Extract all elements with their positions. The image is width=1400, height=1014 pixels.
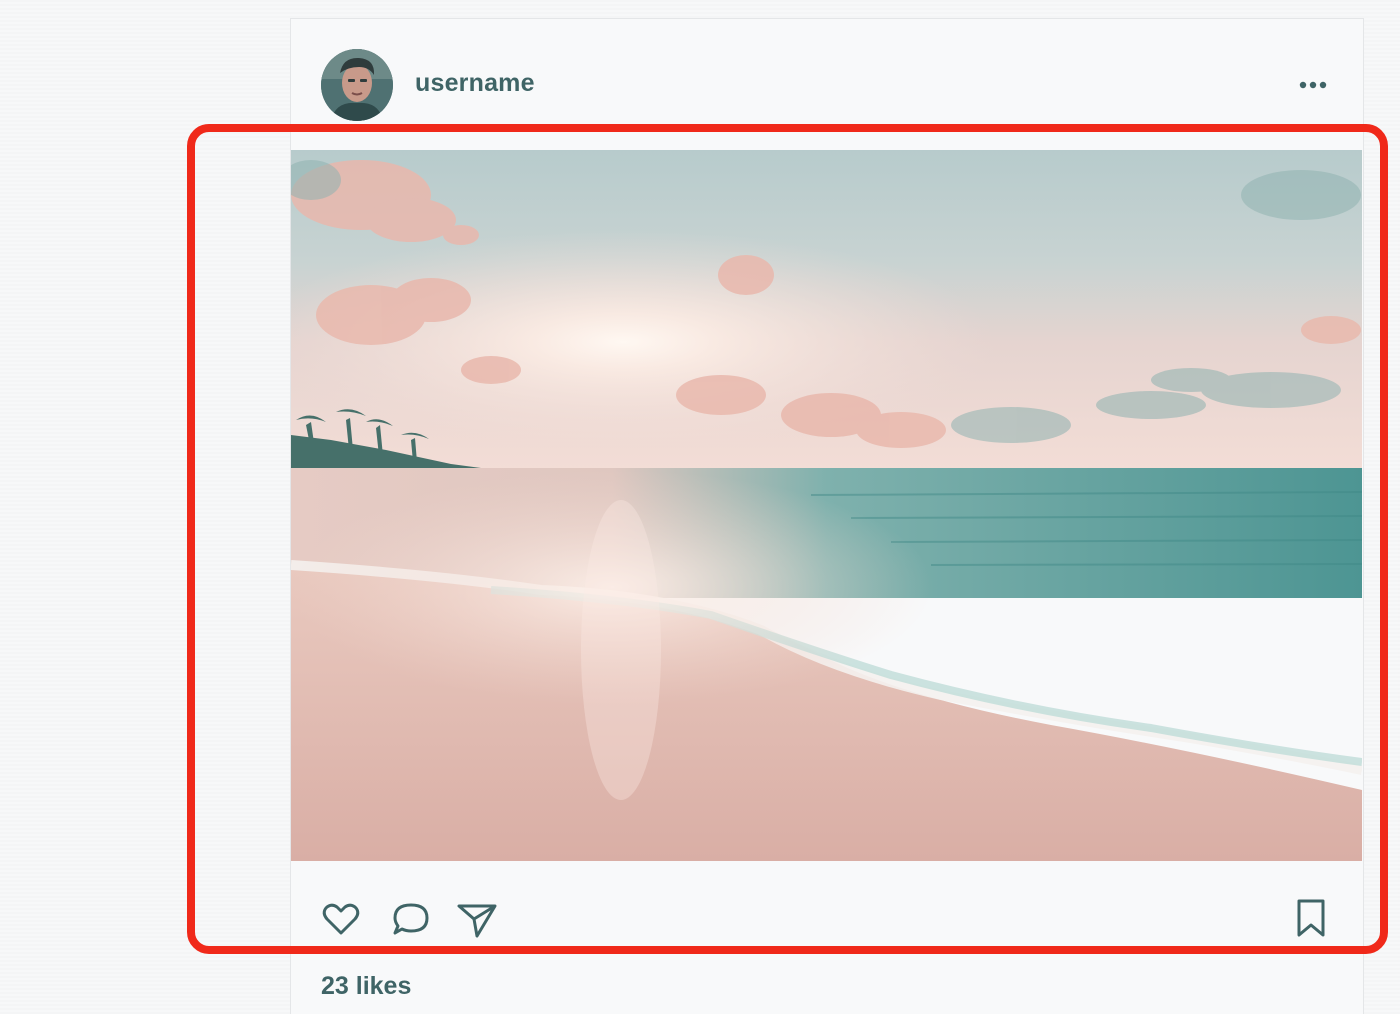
avatar[interactable] [321, 49, 393, 121]
post-card: username 23 likes [290, 18, 1364, 1014]
page: username 23 likes [0, 0, 1400, 1014]
bookmark-icon [1297, 899, 1325, 937]
username[interactable]: username [415, 69, 535, 98]
post-header: username [291, 19, 1363, 149]
post-actions [291, 879, 1363, 959]
like-button[interactable] [319, 897, 363, 941]
save-button[interactable] [1289, 897, 1333, 941]
more-options-button[interactable] [1293, 71, 1333, 99]
send-icon [457, 904, 497, 938]
comment-icon [393, 903, 429, 935]
post-image[interactable] [291, 150, 1362, 861]
share-button[interactable] [455, 897, 499, 941]
heart-icon [322, 903, 360, 935]
beach-sunset-photo [291, 150, 1362, 861]
likes-count[interactable]: 23 likes [321, 972, 411, 1001]
more-horizontal-icon [1299, 81, 1327, 89]
comment-button[interactable] [389, 897, 433, 941]
